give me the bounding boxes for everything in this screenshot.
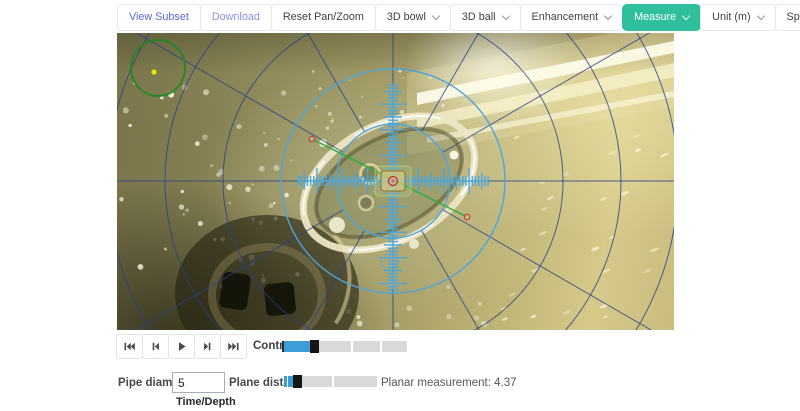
- inspection-app: View Subset Download Reset Pan/Zoom 3D bowl…: [0, 0, 800, 411]
- plane-distance-slider[interactable]: [284, 375, 377, 388]
- toolbar-button-label: Download: [211, 11, 260, 24]
- step-back-icon: [152, 342, 159, 351]
- measure-endpoint[interactable]: [308, 135, 316, 143]
- toolbar-3d-ball-button[interactable]: 3D ball: [449, 4, 521, 31]
- contrast-slider-thumb[interactable]: [310, 340, 319, 353]
- skip-start-button[interactable]: [116, 334, 143, 359]
- toolbar-3d-bowl-button[interactable]: 3D bowl: [374, 4, 451, 31]
- chevron-down-icon: [603, 11, 613, 21]
- toolbar: View Subset Download Reset Pan/Zoom 3D bowl…: [117, 4, 800, 31]
- toolbar-button-label: View Subset: [129, 11, 189, 24]
- inspection-video-frame[interactable]: [117, 33, 674, 330]
- chevron-down-icon: [431, 11, 441, 21]
- measurement-overlay: [117, 33, 674, 330]
- toolbar-button-label: 3D ball: [461, 11, 496, 24]
- step-forward-icon: [204, 342, 211, 351]
- calibration-dot: [151, 69, 157, 75]
- planar-measurement-value: 4.37: [494, 377, 517, 389]
- play-button[interactable]: [168, 334, 195, 359]
- plane-distance-slider-thumb[interactable]: [293, 375, 302, 388]
- contrast-slider[interactable]: [282, 340, 407, 353]
- toolbar-button-label: Enhancement: [531, 11, 599, 24]
- toolbar-button-label: 3D bowl: [386, 11, 426, 24]
- step-forward-button[interactable]: [194, 334, 221, 359]
- toolbar-speed-1x-button[interactable]: Speed (1x): [774, 4, 800, 31]
- toolbar-button-label: Unit (m): [712, 11, 751, 24]
- toolbar-button-label: Speed (1x): [786, 11, 800, 24]
- measure-endpoint[interactable]: [463, 213, 471, 221]
- chevron-down-icon: [756, 11, 765, 21]
- planar-measurement: Planar measurement: 4.37: [381, 377, 517, 389]
- calibration-circle: [130, 39, 186, 97]
- toolbar-reset-pan-zoom-button[interactable]: Reset Pan/Zoom: [270, 4, 376, 31]
- playback-controls: [116, 334, 247, 359]
- chevron-down-icon: [501, 11, 510, 21]
- pipe-diameter-input[interactable]: [172, 372, 225, 393]
- toolbar-view-subset-button[interactable]: View Subset: [117, 4, 201, 31]
- toolbar-measure-button[interactable]: Measure: [622, 4, 702, 31]
- toolbar-download-button[interactable]: Download: [199, 4, 272, 31]
- time-depth-label: Time/Depth: [176, 396, 236, 408]
- play-icon: [179, 342, 186, 351]
- toolbar-button-label: Reset Pan/Zoom: [282, 11, 364, 24]
- skip-end-button[interactable]: [220, 334, 247, 359]
- toolbar-button-label: Measure: [634, 11, 677, 24]
- toolbar-unit-m-button[interactable]: Unit (m): [700, 4, 776, 31]
- chevron-down-icon: [681, 11, 691, 21]
- skip-end-icon: [228, 342, 239, 351]
- step-back-button[interactable]: [142, 334, 169, 359]
- toolbar-enhancement-button[interactable]: Enhancement: [519, 4, 624, 31]
- skip-start-icon: [124, 342, 135, 351]
- planar-measurement-label: Planar measurement:: [381, 377, 491, 389]
